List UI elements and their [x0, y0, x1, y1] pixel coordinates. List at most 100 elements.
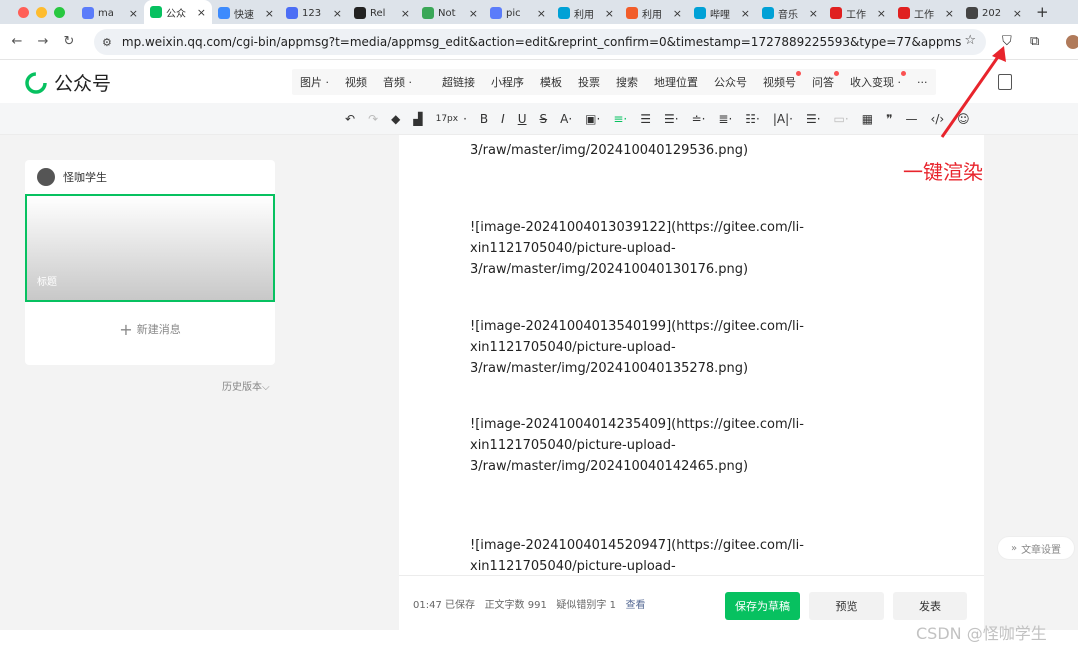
font-size-select[interactable]: 17px [436, 114, 459, 124]
indent-spacing-icon[interactable]: ☷· [745, 112, 760, 126]
underline-icon[interactable]: U [518, 112, 527, 126]
forward-arrow-icon[interactable]: → [32, 34, 54, 49]
publish-button[interactable]: 发表 [893, 592, 967, 620]
browser-tab[interactable]: Rel × [348, 2, 416, 24]
indent-icon[interactable]: ☰ [640, 112, 651, 126]
table-icon[interactable]: ▦ [862, 112, 873, 126]
url-field[interactable]: ⚙ mp.weixin.qq.com/cgi-bin/appmsg?t=medi… [94, 29, 986, 55]
browser-tab[interactable]: pic × [484, 2, 552, 24]
extensions-puzzle-icon[interactable]: ⧉ [1030, 34, 1039, 49]
clear-format-icon[interactable]: ◆ [391, 112, 400, 126]
browser-tab[interactable]: 202 × [960, 2, 1028, 24]
tab-label: 利用 [574, 9, 594, 21]
paragraph-spacing-icon[interactable]: ≣· [718, 112, 732, 126]
quote-icon[interactable]: ❞ [886, 112, 892, 126]
text-direction-icon[interactable]: ▭· [834, 112, 849, 126]
insert-menu-item[interactable]: 视频号 [755, 71, 804, 90]
render-extension-icon[interactable]: ⛉ [1002, 34, 1012, 49]
undo-icon[interactable]: ↶ [345, 112, 355, 126]
insert-menu-item[interactable]: 搜索 [608, 74, 646, 90]
article-settings-button[interactable]: » 文章设置 [997, 536, 1075, 560]
close-tab-icon[interactable]: × [1013, 7, 1022, 20]
article-cover[interactable]: 标题 [25, 194, 275, 302]
close-tab-icon[interactable]: × [809, 7, 818, 20]
font-color-icon[interactable]: A· [560, 112, 572, 126]
insert-menu-item[interactable]: 超链接 [434, 74, 483, 90]
mobile-preview-icon[interactable] [998, 74, 1012, 90]
new-tab-button[interactable]: + [1036, 3, 1049, 21]
wechat-logo[interactable]: 公众号 [24, 69, 111, 96]
close-tab-icon[interactable]: × [333, 7, 342, 20]
close-tab-icon[interactable]: × [877, 7, 886, 20]
close-window-button[interactable] [18, 6, 29, 18]
zoom-window-button[interactable] [54, 6, 65, 18]
browser-tab[interactable]: 哔哩 × [688, 2, 756, 24]
editor-paragraph[interactable]: 3/raw/master/img/202410040129536.png) [470, 140, 920, 161]
close-tab-icon[interactable]: × [537, 7, 546, 20]
close-tab-icon[interactable]: × [265, 7, 274, 20]
insert-menu-item[interactable]: 模板 [532, 74, 570, 90]
insert-menu-item[interactable]: ··· [909, 76, 936, 89]
editor-paragraph[interactable]: ![image-20241004014235409](https://gitee… [470, 414, 810, 477]
outdent-icon[interactable]: ☰· [664, 112, 679, 126]
browser-tab[interactable]: 公众 × [144, 0, 212, 24]
check-typo-link[interactable]: 查看 [626, 600, 646, 611]
background-color-icon[interactable]: ▣· [585, 112, 600, 126]
strikethrough-icon[interactable]: S [540, 112, 548, 126]
italic-icon[interactable]: I [501, 112, 505, 126]
insert-menu-item[interactable]: 公众号 [706, 74, 755, 90]
close-tab-icon[interactable]: × [673, 7, 682, 20]
back-arrow-icon[interactable]: ← [6, 34, 28, 49]
insert-menu-item[interactable]: 音频 · [375, 74, 420, 90]
history-version-button[interactable]: 历史版本⌵ [222, 378, 270, 393]
divider-icon[interactable]: — [906, 112, 918, 126]
code-icon[interactable]: ‹/› [931, 112, 945, 126]
bold-icon[interactable]: B [480, 112, 488, 126]
editor-paragraph[interactable]: ![image-20241004013039122](https://gitee… [470, 217, 920, 280]
emoji-icon[interactable]: ☺ [957, 112, 970, 126]
browser-tab[interactable]: ma × [76, 2, 144, 24]
browser-tab[interactable]: 工作 × [892, 2, 960, 24]
browser-tab[interactable]: 利用 × [620, 2, 688, 24]
chevron-down-icon[interactable]: · [463, 112, 467, 126]
editor-paragraph[interactable]: ![image-20241004013540199](https://gitee… [470, 316, 920, 379]
insert-menu-item[interactable]: 问答 [804, 71, 842, 90]
insert-menu-item[interactable]: 收入变现 · [842, 71, 909, 90]
format-painter-icon[interactable]: ▟ [413, 112, 422, 126]
browser-tab[interactable]: Not × [416, 2, 484, 24]
browser-tab[interactable]: 快速 × [212, 2, 280, 24]
article-editor[interactable]: 3/raw/master/img/202410040129536.png) ![… [399, 135, 984, 630]
browser-tab[interactable]: 123 × [280, 2, 348, 24]
close-tab-icon[interactable]: × [945, 7, 954, 20]
insert-menu-item[interactable]: 地理位置 [646, 74, 706, 90]
wechat-header: 公众号 图片 · 视频 音频 · 超链接 小程序 模板 投票 搜索 地理位置 公众号 视频号 问答 收入… [0, 61, 1078, 103]
browser-tab[interactable]: 工作 × [824, 2, 892, 24]
close-tab-icon[interactable]: × [129, 7, 138, 20]
insert-menu-item[interactable]: 图片 · [292, 74, 337, 90]
insert-menu-item[interactable]: 视频 [337, 74, 375, 90]
profile-avatar[interactable] [1066, 35, 1078, 49]
close-tab-icon[interactable]: × [741, 7, 750, 20]
close-tab-icon[interactable]: × [469, 7, 478, 20]
letter-spacing-icon[interactable]: |A|· [773, 112, 793, 126]
redo-icon[interactable]: ↷ [368, 112, 378, 126]
align-left-icon[interactable]: ≡· [613, 112, 627, 126]
line-height-icon[interactable]: ≐· [692, 112, 706, 126]
list-icon[interactable]: ☰· [806, 112, 821, 126]
reload-icon[interactable]: ↻ [58, 34, 80, 49]
preview-button[interactable]: 预览 [809, 592, 884, 620]
close-tab-icon[interactable]: × [197, 6, 206, 19]
minimize-window-button[interactable] [36, 6, 47, 18]
insert-menu-item[interactable]: 投票 [570, 74, 608, 90]
bookmark-star-icon[interactable]: ☆ [964, 33, 976, 48]
close-tab-icon[interactable]: × [605, 7, 614, 20]
new-message-button[interactable]: + 新建消息 [25, 320, 275, 339]
editor-paragraph[interactable]: ![image-20241004014520947](https://gitee… [470, 535, 810, 577]
save-draft-button[interactable]: 保存为草稿 [725, 592, 800, 620]
browser-tab[interactable]: 利用 × [552, 2, 620, 24]
tab-favicon-icon [218, 7, 230, 19]
browser-tab[interactable]: 音乐 × [756, 2, 824, 24]
close-tab-icon[interactable]: × [401, 7, 410, 20]
site-settings-icon[interactable]: ⚙ [102, 36, 112, 49]
insert-menu-item[interactable]: 小程序 [483, 74, 532, 90]
